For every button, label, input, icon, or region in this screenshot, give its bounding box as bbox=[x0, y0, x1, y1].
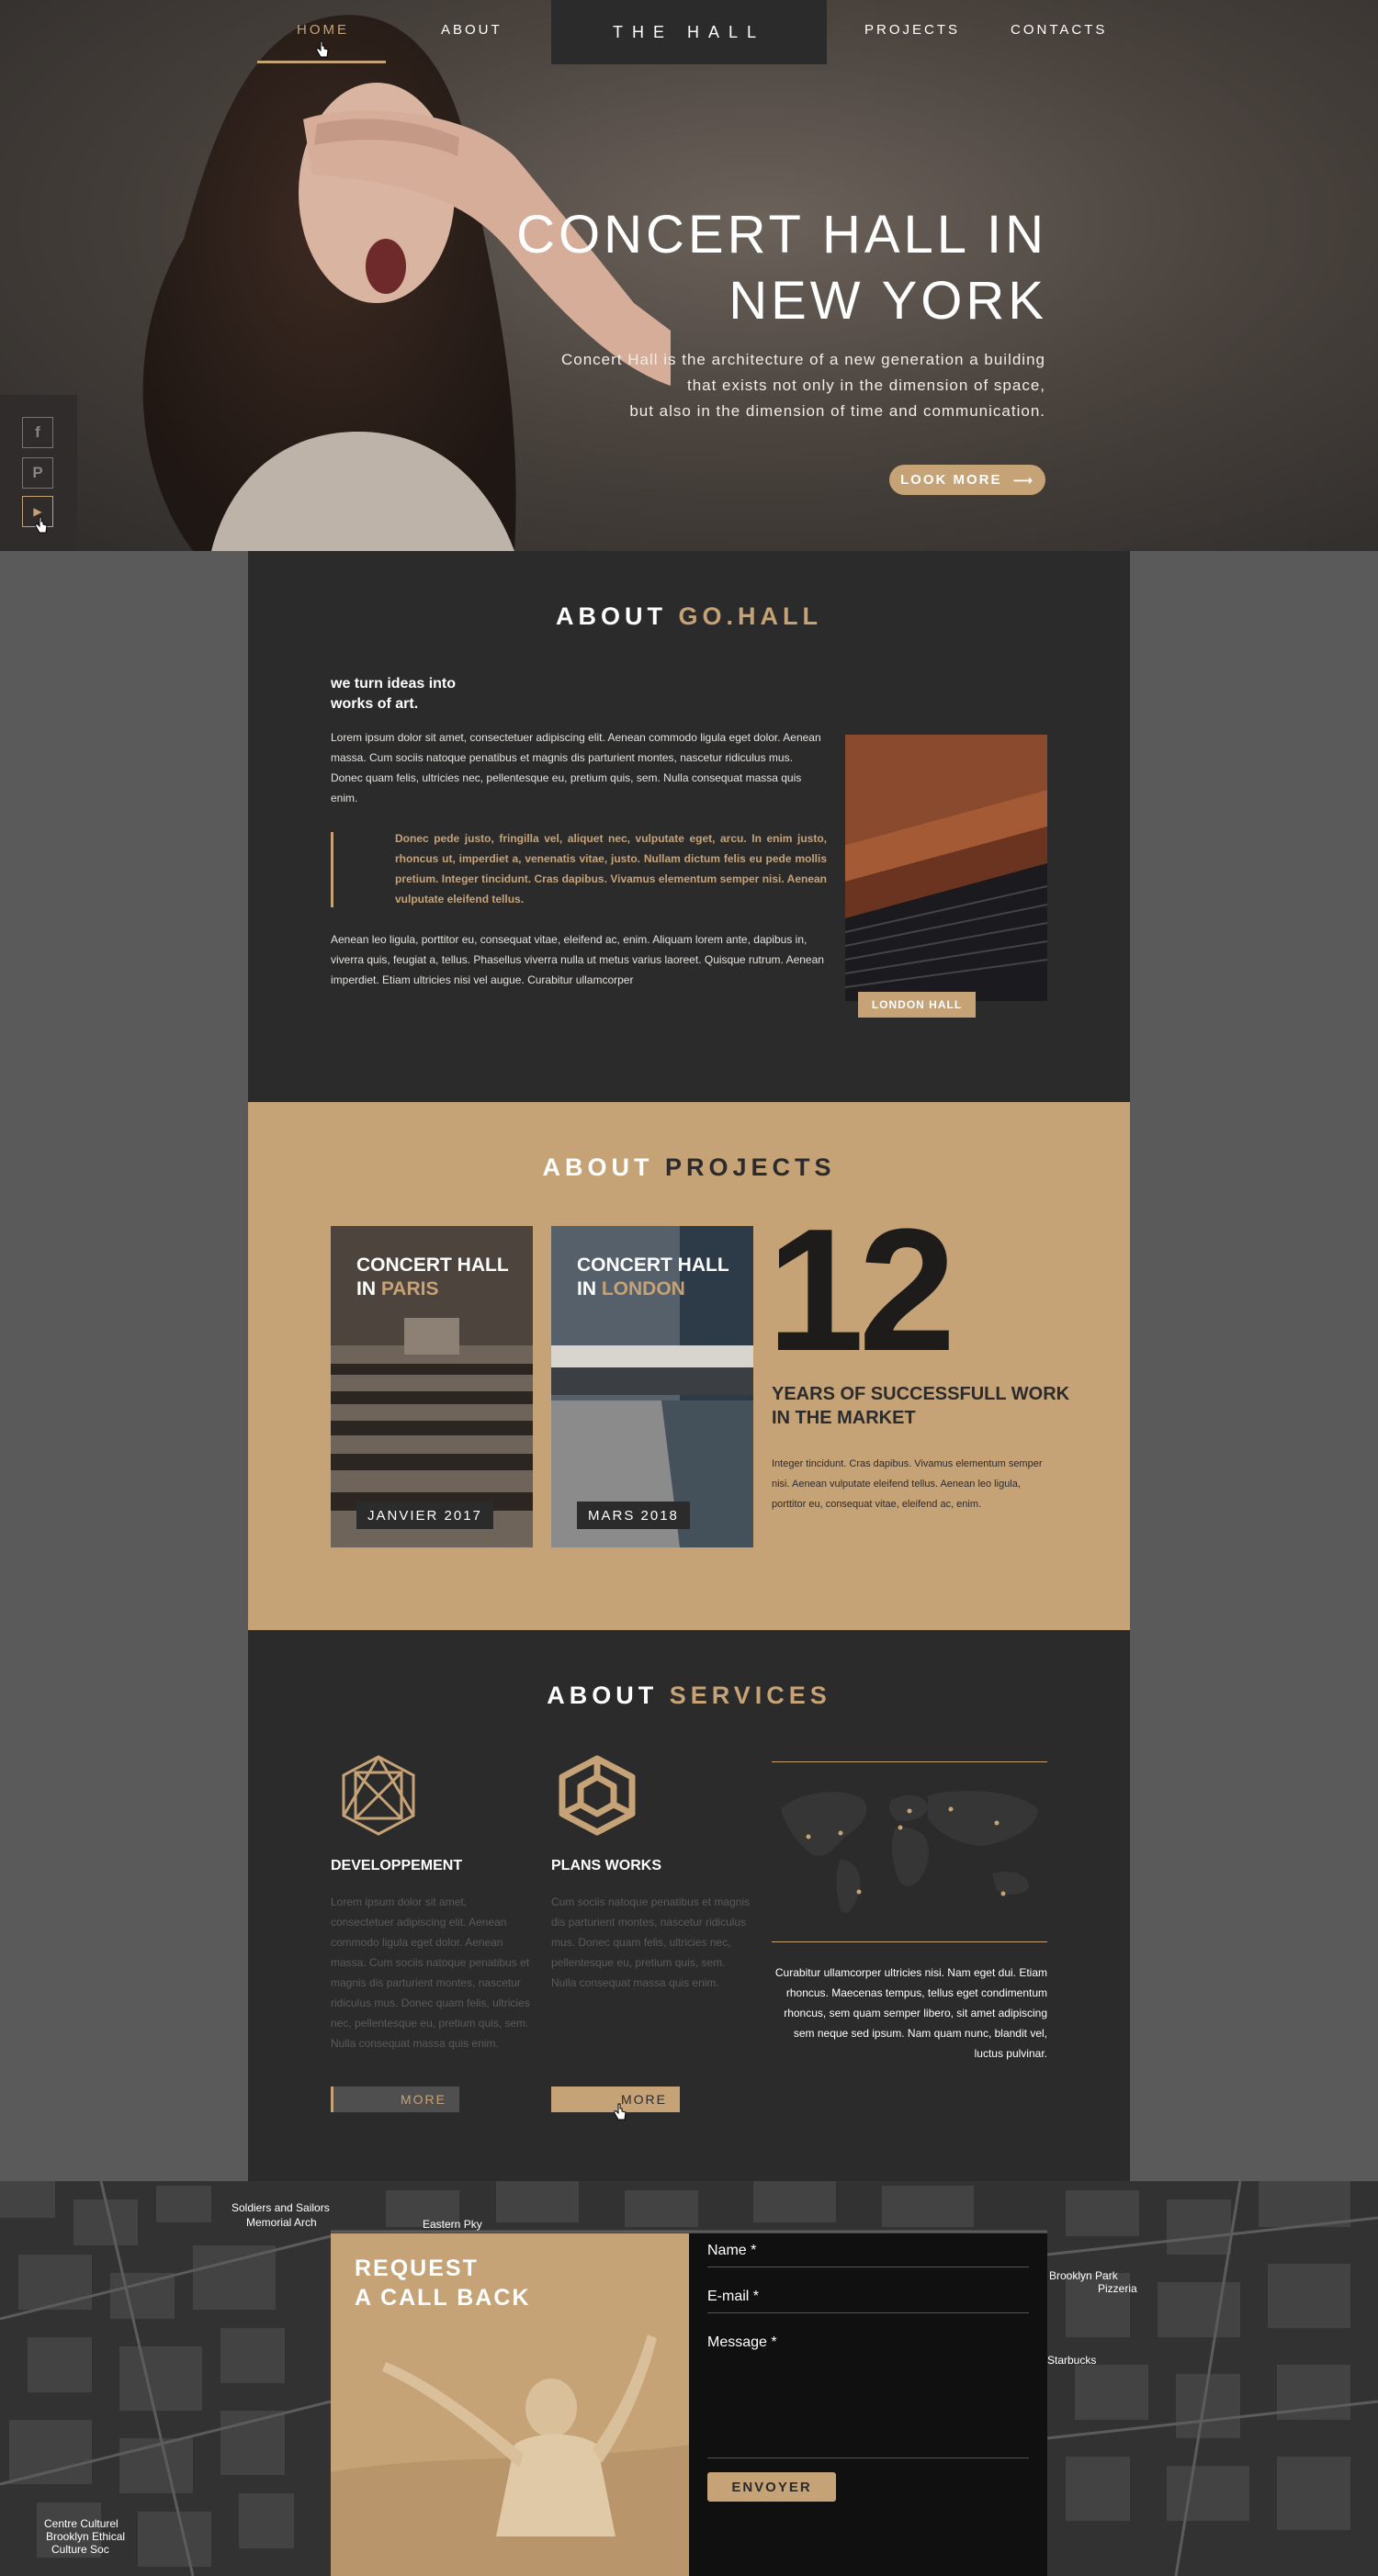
nav-about[interactable]: ABOUT bbox=[441, 22, 503, 38]
london-card-city: LONDON bbox=[601, 1278, 685, 1299]
email-field[interactable]: E-mail * bbox=[707, 2279, 1029, 2313]
map-label: Pizzeria bbox=[1098, 2282, 1137, 2295]
hero-title-line1: CONCERT HALL IN bbox=[516, 205, 1047, 264]
quote-bar bbox=[331, 832, 333, 907]
look-more-label: LOOK MORE bbox=[899, 472, 1002, 488]
nav-contacts[interactable]: CONTACTS bbox=[1011, 22, 1107, 38]
years-title-line1: YEARS OF SUCCESSFULL WORK bbox=[772, 1384, 1070, 1404]
nav-home[interactable]: HOME bbox=[297, 22, 349, 38]
hero-description: Concert Hall is the architecture of a ne… bbox=[531, 347, 1045, 424]
about-title-a: ABOUT bbox=[556, 602, 679, 630]
map-label: Eastern Pky bbox=[423, 2218, 482, 2231]
map-label: Culture Soc bbox=[51, 2543, 109, 2556]
about-section: ABOUT GO.HALL we turn ideas into works o… bbox=[248, 551, 1130, 1102]
years-title: YEARS OF SUCCESSFULL WORK IN THE MARKET bbox=[772, 1382, 1075, 1430]
services-title-b: SERVICES bbox=[669, 1682, 831, 1709]
hand-cursor-icon bbox=[614, 2103, 627, 2120]
service-text-development: Lorem ipsum dolor sit amet, consectetuer… bbox=[331, 1895, 530, 2050]
map-label: Brooklyn Park bbox=[1049, 2269, 1118, 2282]
london-card-title: CONCERT HALL IN LONDON bbox=[577, 1254, 729, 1301]
callback-form: Name * E-mail * Message * ENVOYER bbox=[689, 2233, 1047, 2576]
about-subtitle-line1: we turn ideas into bbox=[331, 676, 457, 692]
hero-text-line1: Concert Hall is the architecture of a ne… bbox=[561, 351, 1045, 368]
about-title: ABOUT GO.HALL bbox=[248, 602, 1130, 631]
service-text-plans: Cum sociis natoque penatibus et magnis d… bbox=[551, 1895, 751, 1989]
map-label: Centre Culturel bbox=[44, 2517, 119, 2530]
facebook-icon[interactable]: f bbox=[22, 417, 53, 448]
map-label: Starbucks bbox=[1047, 2354, 1097, 2367]
arrow-right-icon: ⟶ bbox=[1012, 472, 1034, 489]
london-card-date: MARS 2018 bbox=[577, 1502, 690, 1529]
services-map-text: Curabitur ullamcorper ultricies nisi. Na… bbox=[774, 1966, 1047, 2060]
hexagon-lattice-icon bbox=[342, 1755, 415, 1836]
project-card-london[interactable]: CONCERT HALL IN LONDON MARS 2018 bbox=[551, 1226, 753, 1547]
service-title-plans: PLANS WORKS bbox=[551, 1858, 661, 1873]
projects-title-a: ABOUT bbox=[542, 1153, 665, 1181]
about-subtitle: we turn ideas into works of art. bbox=[331, 674, 514, 714]
about-subtitle-line2: works of art. bbox=[331, 696, 419, 712]
london-card-line1: CONCERT HALL bbox=[577, 1254, 729, 1276]
hero-text-line2: that exists not only in the dimension of… bbox=[686, 377, 1045, 394]
map-top-divider bbox=[772, 1761, 1047, 1762]
london-card-line2a: IN bbox=[577, 1278, 602, 1299]
paris-card-city: PARIS bbox=[380, 1278, 439, 1299]
services-title-a: ABOUT bbox=[547, 1682, 670, 1709]
hero-title: CONCERT HALL IN NEW YORK bbox=[516, 202, 1047, 334]
about-paragraph-1: Lorem ipsum dolor sit amet, consectetuer… bbox=[331, 731, 821, 804]
projects-section: ABOUT PROJECTS CONCERT HALL IN PARIS JAN… bbox=[248, 1102, 1130, 1630]
look-more-button[interactable]: LOOK MORE ⟶ bbox=[889, 465, 1045, 495]
map-bottom-divider bbox=[772, 1941, 1047, 1942]
project-card-paris[interactable]: CONCERT HALL IN PARIS JANVIER 2017 bbox=[331, 1226, 533, 1547]
hero-title-line2: NEW YORK bbox=[729, 271, 1047, 331]
map-label: Memorial Arch bbox=[246, 2216, 317, 2229]
london-hall-badge[interactable]: LONDON HALL bbox=[858, 992, 976, 1018]
pinterest-icon[interactable]: P bbox=[22, 457, 53, 489]
request-callback-panel: REQUEST A CALL BACK bbox=[331, 2233, 689, 2576]
development-more-button[interactable]: MORE bbox=[331, 2087, 459, 2112]
request-title-line2: A CALL BACK bbox=[355, 2285, 531, 2311]
about-quote: Donec pede justo, fringilla vel, aliquet… bbox=[395, 832, 827, 906]
contact-section: Soldiers and Sailors Memorial Arch Easte… bbox=[0, 2181, 1378, 2576]
main-nav: HOME ABOUT THE HALL PROJECTS CONTACTS bbox=[0, 0, 1378, 64]
site-logo[interactable]: THE HALL bbox=[551, 0, 827, 64]
paris-card-title: CONCERT HALL IN PARIS bbox=[356, 1254, 509, 1301]
hand-cursor-icon bbox=[35, 516, 48, 534]
years-title-line2: IN THE MARKET bbox=[772, 1408, 916, 1428]
projects-title: ABOUT PROJECTS bbox=[248, 1153, 1130, 1182]
services-section: ABOUT SERVICES DEVELOPPEMENT Lorem ipsum… bbox=[248, 1630, 1130, 2181]
envoyer-button[interactable]: ENVOYER bbox=[707, 2472, 836, 2502]
nav-active-underline bbox=[257, 61, 386, 63]
request-callback-title: REQUEST A CALL BACK bbox=[355, 2254, 530, 2312]
about-paragraph-2: Aenean leo ligula, porttitor eu, consequ… bbox=[331, 933, 824, 986]
email-label: E-mail * bbox=[707, 2289, 760, 2304]
nav-projects[interactable]: PROJECTS bbox=[864, 22, 960, 38]
paris-card-date: JANVIER 2017 bbox=[356, 1502, 493, 1529]
years-text: Integer tincidunt. Cras dapibus. Vivamus… bbox=[772, 1458, 1043, 1510]
about-title-b: GO.HALL bbox=[678, 602, 822, 630]
hand-cursor-icon bbox=[316, 40, 329, 58]
paris-card-line2a: IN bbox=[356, 1278, 381, 1299]
world-map bbox=[781, 1791, 1038, 1914]
service-title-development: DEVELOPPEMENT bbox=[331, 1858, 463, 1873]
cube-icon bbox=[559, 1755, 636, 1836]
social-bar: f P ▶ bbox=[0, 395, 77, 551]
message-label: Message * bbox=[707, 2334, 777, 2350]
paris-card-line1: CONCERT HALL bbox=[356, 1254, 509, 1276]
hero-section: HOME ABOUT THE HALL PROJECTS CONTACTS CO… bbox=[0, 0, 1378, 551]
years-big-number: 12 bbox=[767, 1193, 955, 1388]
message-field[interactable]: Message * bbox=[707, 2325, 1029, 2458]
name-field[interactable]: Name * bbox=[707, 2233, 1029, 2267]
map-label: Soldiers and Sailors bbox=[232, 2201, 330, 2214]
map-label: Brooklyn Ethical bbox=[46, 2530, 126, 2543]
services-title: ABOUT SERVICES bbox=[248, 1682, 1130, 1710]
hero-text-line3: but also in the dimension of time and co… bbox=[629, 402, 1045, 420]
london-hall-photo bbox=[845, 735, 1047, 1001]
name-label: Name * bbox=[707, 2243, 757, 2258]
request-title-line1: REQUEST bbox=[355, 2255, 479, 2281]
projects-title-b: PROJECTS bbox=[664, 1153, 836, 1181]
